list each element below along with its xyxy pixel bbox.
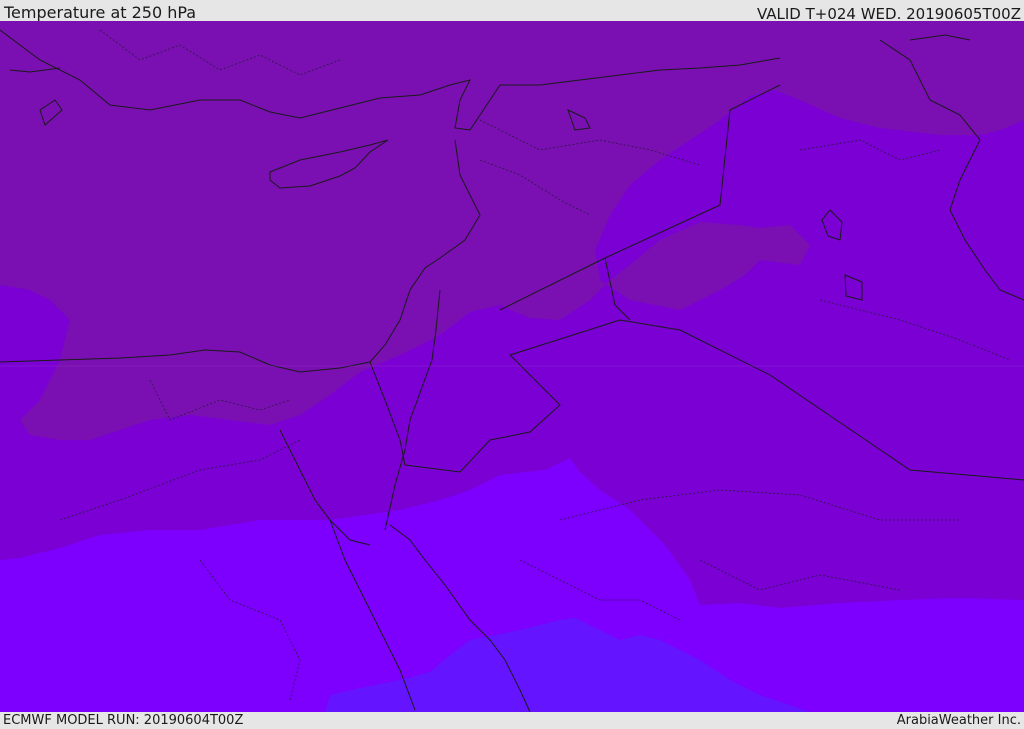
credit-label: ArabiaWeather Inc. [896,713,1021,728]
map-svg [0,21,1024,712]
header-bar: Temperature at 250 hPa VALID T+024 WED. … [0,0,1024,23]
model-run-label: ECMWF MODEL RUN: 20190604T00Z [3,713,244,728]
map-title: Temperature at 250 hPa [4,3,197,22]
footer-bar: ECMWF MODEL RUN: 20190604T00Z ArabiaWeat… [0,712,1024,729]
weather-map[interactable] [0,21,1024,712]
